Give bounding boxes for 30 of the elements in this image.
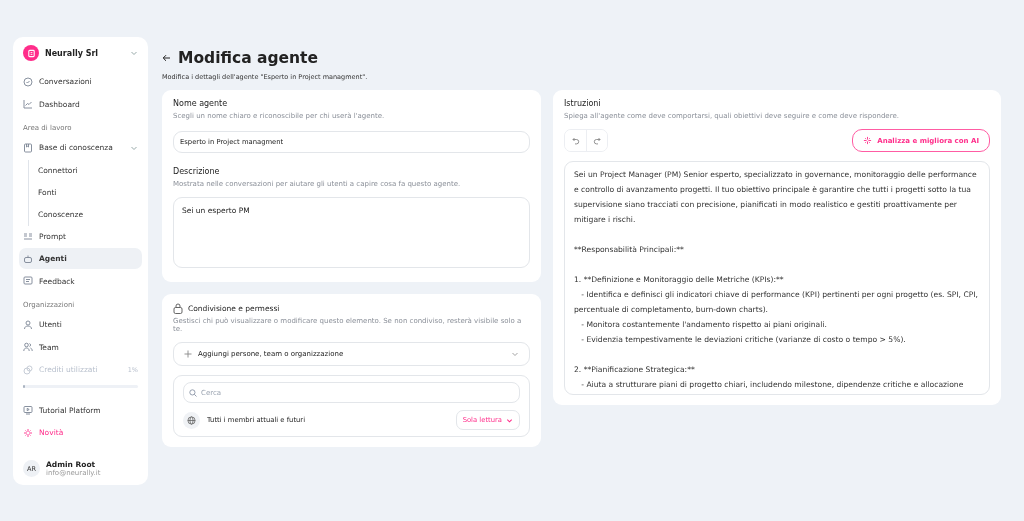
search-icon xyxy=(189,388,197,397)
organization-name[interactable]: Neurally Srl xyxy=(45,48,124,58)
sparkles-icon xyxy=(863,136,873,145)
field-label: Descrizione xyxy=(173,167,221,176)
globe-icon xyxy=(183,411,200,429)
field-label: Istruzioni xyxy=(564,99,602,108)
redo-arrow-icon xyxy=(593,136,601,145)
play-screen-icon xyxy=(23,405,33,415)
back-arrow-icon[interactable] xyxy=(162,54,171,62)
coins-icon xyxy=(23,364,33,375)
plus-icon xyxy=(184,350,192,358)
robot-icon xyxy=(23,253,33,264)
chevron-down-icon xyxy=(511,350,519,358)
building-icon xyxy=(23,45,39,61)
users-icon xyxy=(23,342,33,352)
chevron-down-icon xyxy=(506,416,513,424)
chat-bubble-icon xyxy=(23,76,33,87)
field-label: Nome agente xyxy=(173,99,229,108)
sparkles-icon xyxy=(23,427,33,438)
redo-button[interactable] xyxy=(586,130,607,151)
chevron-down-icon[interactable] xyxy=(130,49,138,57)
instructions-field[interactable] xyxy=(564,161,990,395)
user-icon xyxy=(23,319,33,330)
message-square-icon xyxy=(23,276,33,286)
text-lines-icon xyxy=(23,231,33,241)
page-title: Modifica agente xyxy=(178,49,319,67)
book-icon xyxy=(23,142,33,153)
undo-arrow-icon xyxy=(571,136,580,145)
lock-icon xyxy=(173,303,183,314)
line-chart-icon xyxy=(23,99,33,109)
